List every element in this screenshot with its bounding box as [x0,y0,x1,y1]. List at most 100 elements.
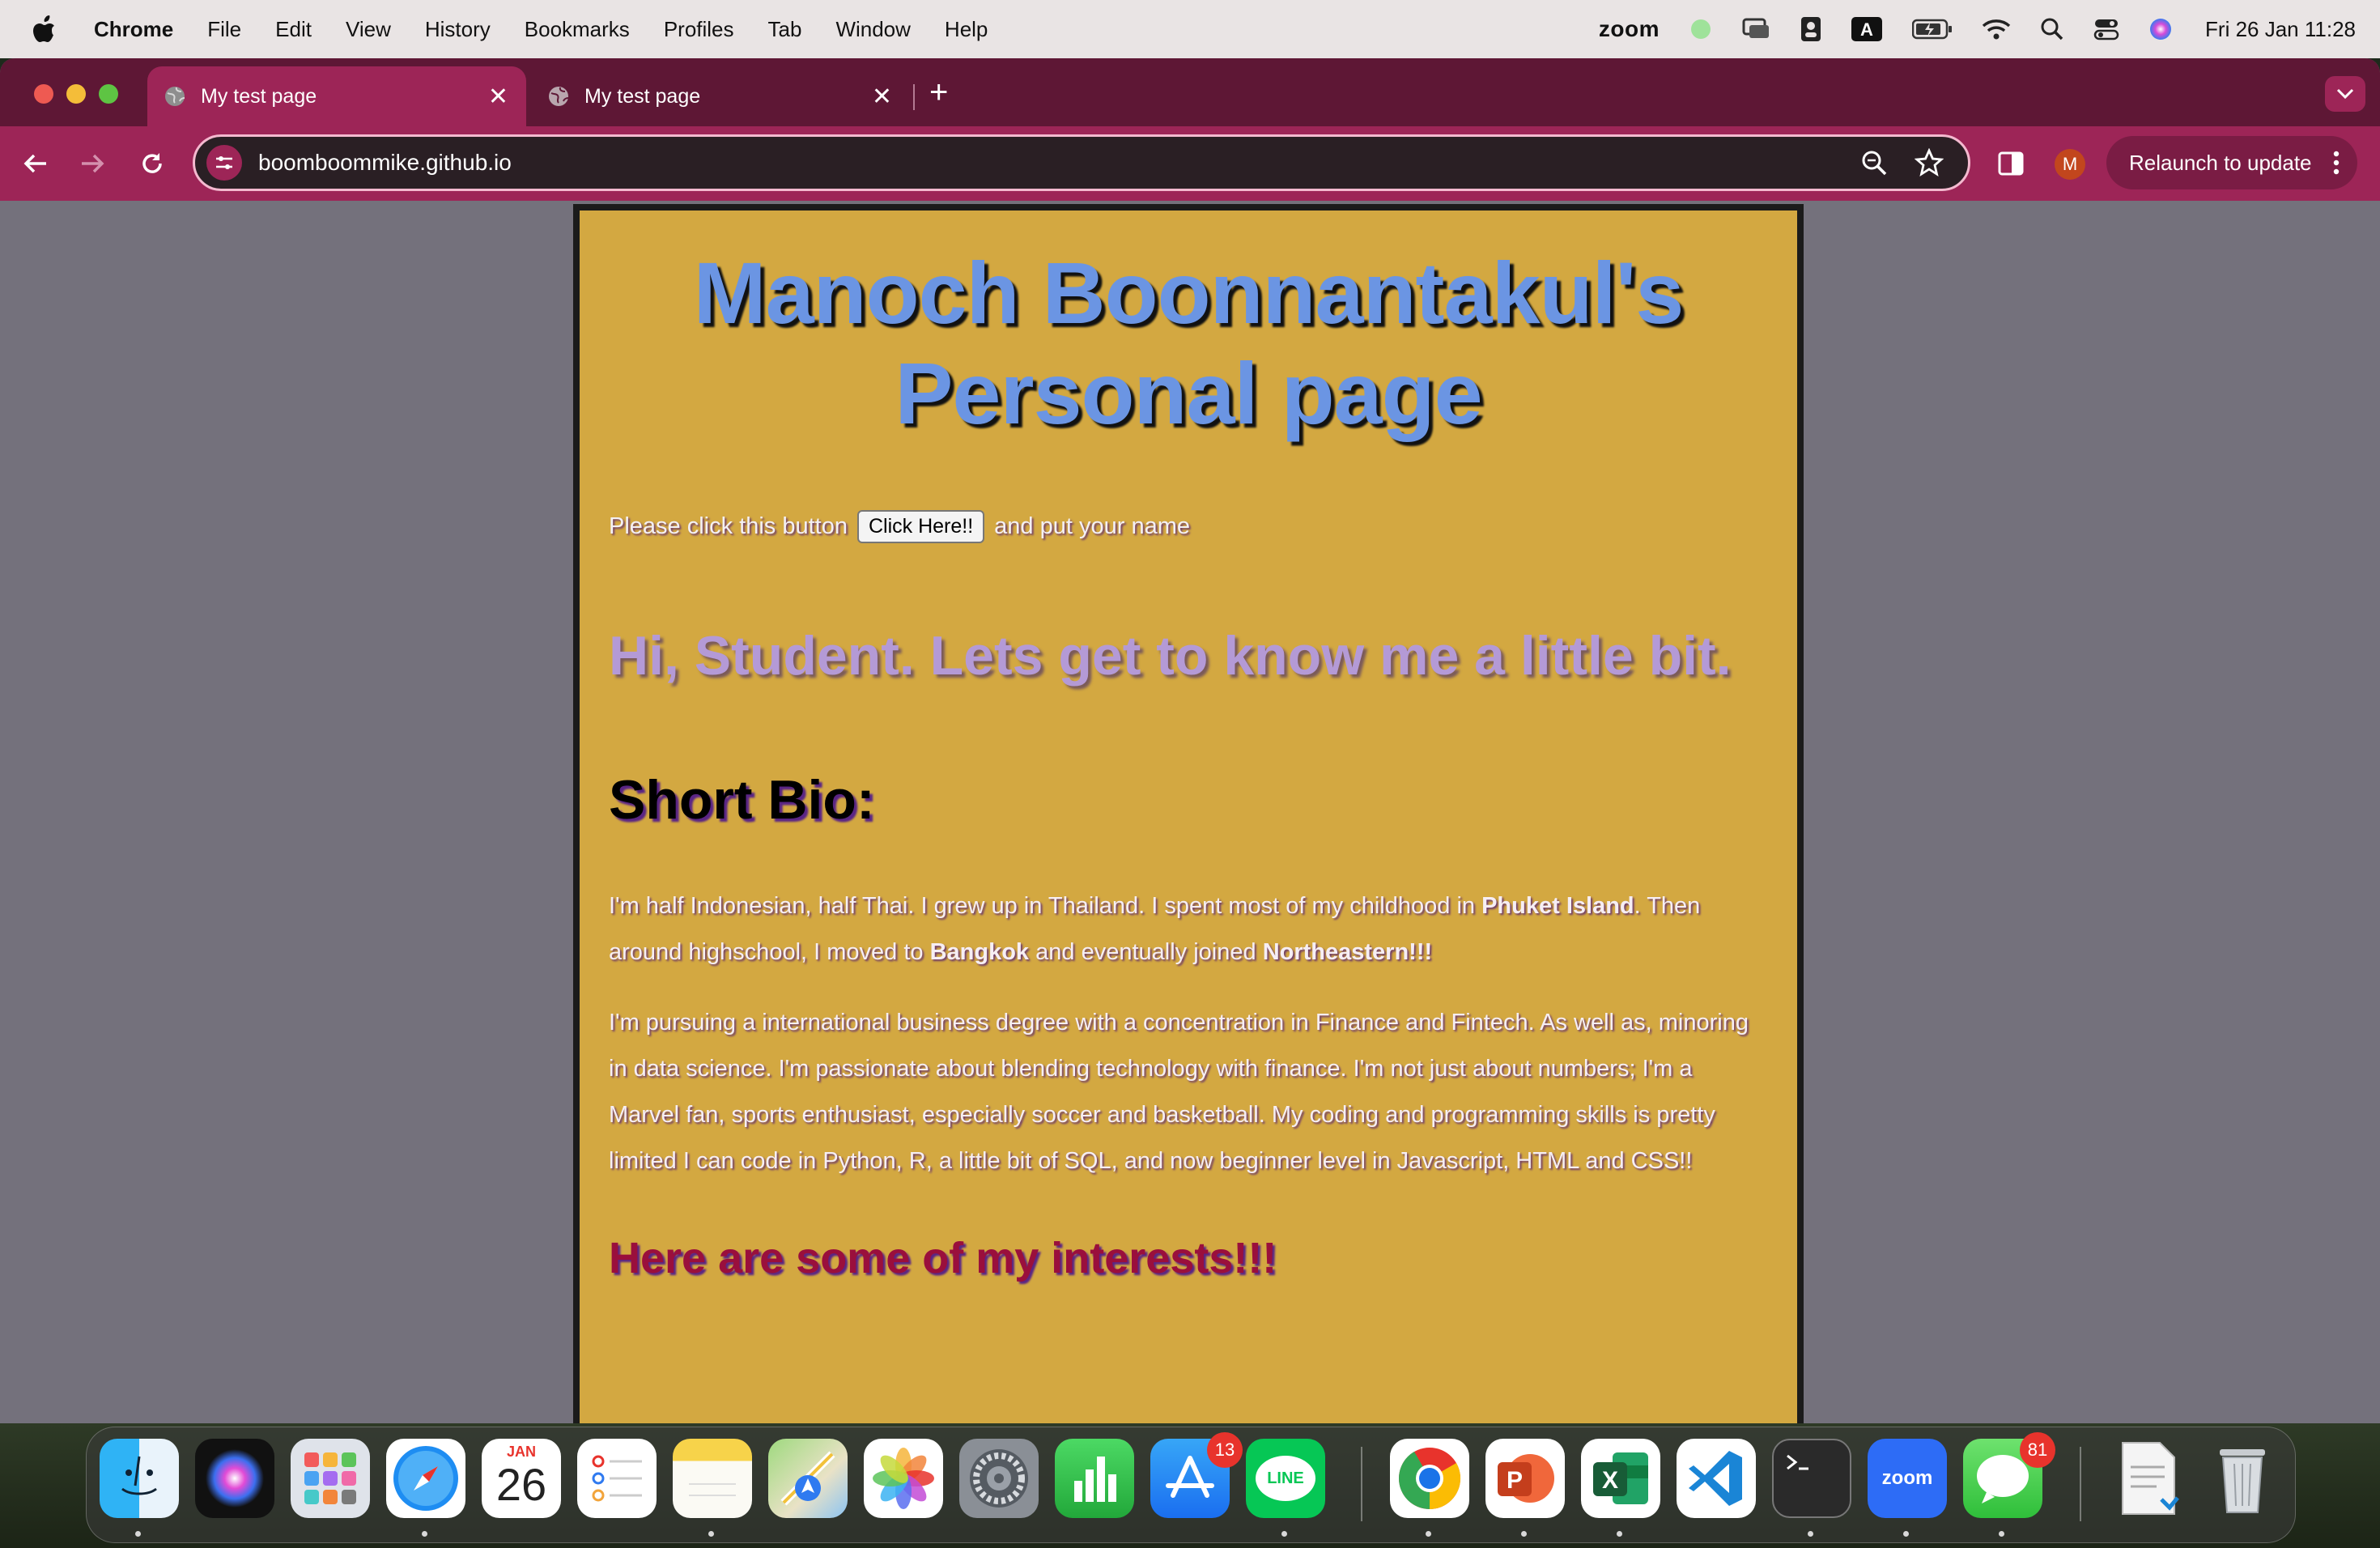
contact-card-icon[interactable] [1800,16,1821,42]
running-indicator [1903,1531,1909,1537]
apple-menu-icon[interactable] [32,15,60,43]
svg-text:A: A [1860,19,1873,40]
zoom-status-item[interactable]: zoom [1599,16,1660,42]
zoom-window-button[interactable] [99,84,118,104]
menu-profiles[interactable]: Profiles [664,17,734,42]
new-tab-plus-icon[interactable]: + [929,76,948,108]
tab-my-test-page[interactable]: My test page ✕ [531,66,910,126]
tab-title: My test page [201,84,317,108]
short-bio-heading: Short Bio: [609,769,875,831]
spotlight-search-icon[interactable] [2040,17,2064,41]
personal-page-card: Manoch Boonnantakul's Personal page Plea… [573,204,1804,1423]
minimize-window-button[interactable] [66,84,86,104]
wifi-icon[interactable] [1982,18,2011,40]
document-icon[interactable] [2109,1439,2188,1518]
menu-window[interactable]: Window [835,17,910,42]
menu-bar-status-area: zoom A Fri 26 Jan 11:28 [1570,0,2356,58]
menu-app-name[interactable]: Chrome [94,17,173,42]
bio-paragraph-1: I'm half Indonesian, half Thai. I grew u… [609,883,1768,976]
close-tab-icon[interactable]: ✕ [872,83,892,111]
siri-icon[interactable] [195,1439,274,1518]
calendar-icon[interactable]: JAN 26 [482,1439,561,1518]
side-panel-icon[interactable] [1993,146,2029,181]
bio-bold-phuket: Phuket Island [1481,893,1634,919]
tab-title: My test page [584,84,701,108]
chrome-icon[interactable] [1390,1439,1469,1518]
more-options-icon[interactable] [2333,151,2340,181]
menu-file[interactable]: File [207,17,241,42]
dock-separator [1361,1447,1362,1521]
tab-my-test-page-active[interactable]: My test page ✕ [147,66,526,126]
svg-text:X: X [1602,1467,1618,1494]
intro-text-before: Please click this button [609,513,848,539]
powerpoint-icon[interactable]: P [1485,1439,1565,1518]
system-settings-icon[interactable] [959,1439,1039,1518]
screen-mirroring-icon[interactable] [1742,17,1771,41]
zoom-icon[interactable]: zoom [1868,1439,1947,1518]
globe-icon [165,87,185,106]
numbers-icon[interactable] [1055,1439,1134,1518]
menu-view[interactable]: View [346,17,391,42]
notes-icon[interactable] [673,1439,752,1518]
menu-edit[interactable]: Edit [275,17,312,42]
interests-heading: Here are some of my interests!!! [609,1234,1277,1282]
chrome-window: My test page ✕ My test page ✕ + boomboom… [0,58,2380,1423]
bio-text: I'm half Indonesian, half Thai. I grew u… [609,893,1482,919]
svg-text:P: P [1507,1467,1523,1494]
close-tab-icon[interactable]: ✕ [488,83,508,111]
globe-icon [549,87,569,106]
excel-icon[interactable]: X [1581,1439,1660,1518]
url-text[interactable]: boomboommike.github.io [258,150,512,176]
menu-history[interactable]: History [425,17,491,42]
launchpad-icon[interactable] [291,1439,370,1518]
tab-strip: My test page ✕ My test page ✕ + [0,58,2380,126]
bio-bold-bangkok: Bangkok [929,939,1030,965]
running-indicator [1808,1531,1813,1537]
menu-bookmarks[interactable]: Bookmarks [525,17,630,42]
bio-bold-northeastern: Northeastern!!! [1262,939,1433,965]
zoom-magnifier-icon[interactable] [1861,150,1889,183]
relaunch-to-update-button[interactable]: Relaunch to update [2106,136,2357,189]
page-title: Manoch Boonnantakul's Personal page [693,244,1685,442]
calendar-month: JAN [506,1444,536,1460]
address-bar[interactable]: boomboommike.github.io [193,134,1970,191]
trash-icon[interactable] [2203,1439,2282,1518]
site-info-icon[interactable] [206,145,242,181]
relaunch-label: Relaunch to update [2129,150,2312,175]
intro-text-after: and put your name [994,513,1190,539]
input-source-icon[interactable]: A [1851,16,1883,42]
finder-icon[interactable] [100,1439,179,1518]
click-here-button[interactable]: Click Here!! [856,510,985,543]
running-indicator [422,1531,427,1537]
vscode-icon[interactable] [1677,1439,1756,1518]
forward-arrow-icon[interactable] [74,146,110,181]
macos-menu-bar: Chrome File Edit View History Bookmarks … [0,0,2380,58]
zoom-label: zoom [1881,1467,1933,1489]
terminal-icon[interactable] [1772,1439,1851,1518]
menu-bar-clock[interactable]: Fri 26 Jan 11:28 [2205,17,2356,42]
reminders-icon[interactable] [577,1439,657,1518]
tab-divider [913,84,915,110]
bio-paragraph-2: I'm pursuing a international business de… [609,1010,1749,1174]
back-arrow-icon[interactable] [18,146,53,181]
reload-icon[interactable] [134,146,170,181]
battery-icon[interactable] [1912,18,1953,40]
safari-icon[interactable] [386,1439,465,1518]
profile-avatar[interactable]: M [2055,149,2085,180]
running-indicator [1617,1531,1622,1537]
siri-icon[interactable] [2148,17,2173,41]
running-indicator [708,1531,714,1537]
macos-dock: JAN 26 13 LINE P X zoom 81 [86,1427,2296,1543]
photos-icon[interactable] [864,1439,943,1518]
menu-tab[interactable]: Tab [768,17,802,42]
control-center-icon[interactable] [2093,17,2119,41]
close-window-button[interactable] [34,84,53,104]
green-dot-status-icon[interactable] [1689,17,1713,41]
menu-help[interactable]: Help [945,17,988,42]
running-indicator [1426,1531,1431,1537]
maps-icon[interactable] [768,1439,848,1518]
tab-search-chevron-icon[interactable] [2325,76,2365,112]
line-icon[interactable]: LINE [1246,1439,1325,1518]
browser-toolbar: boomboommike.github.io M Relaunch to upd… [0,126,2380,201]
bookmark-star-icon[interactable] [1914,147,1944,183]
